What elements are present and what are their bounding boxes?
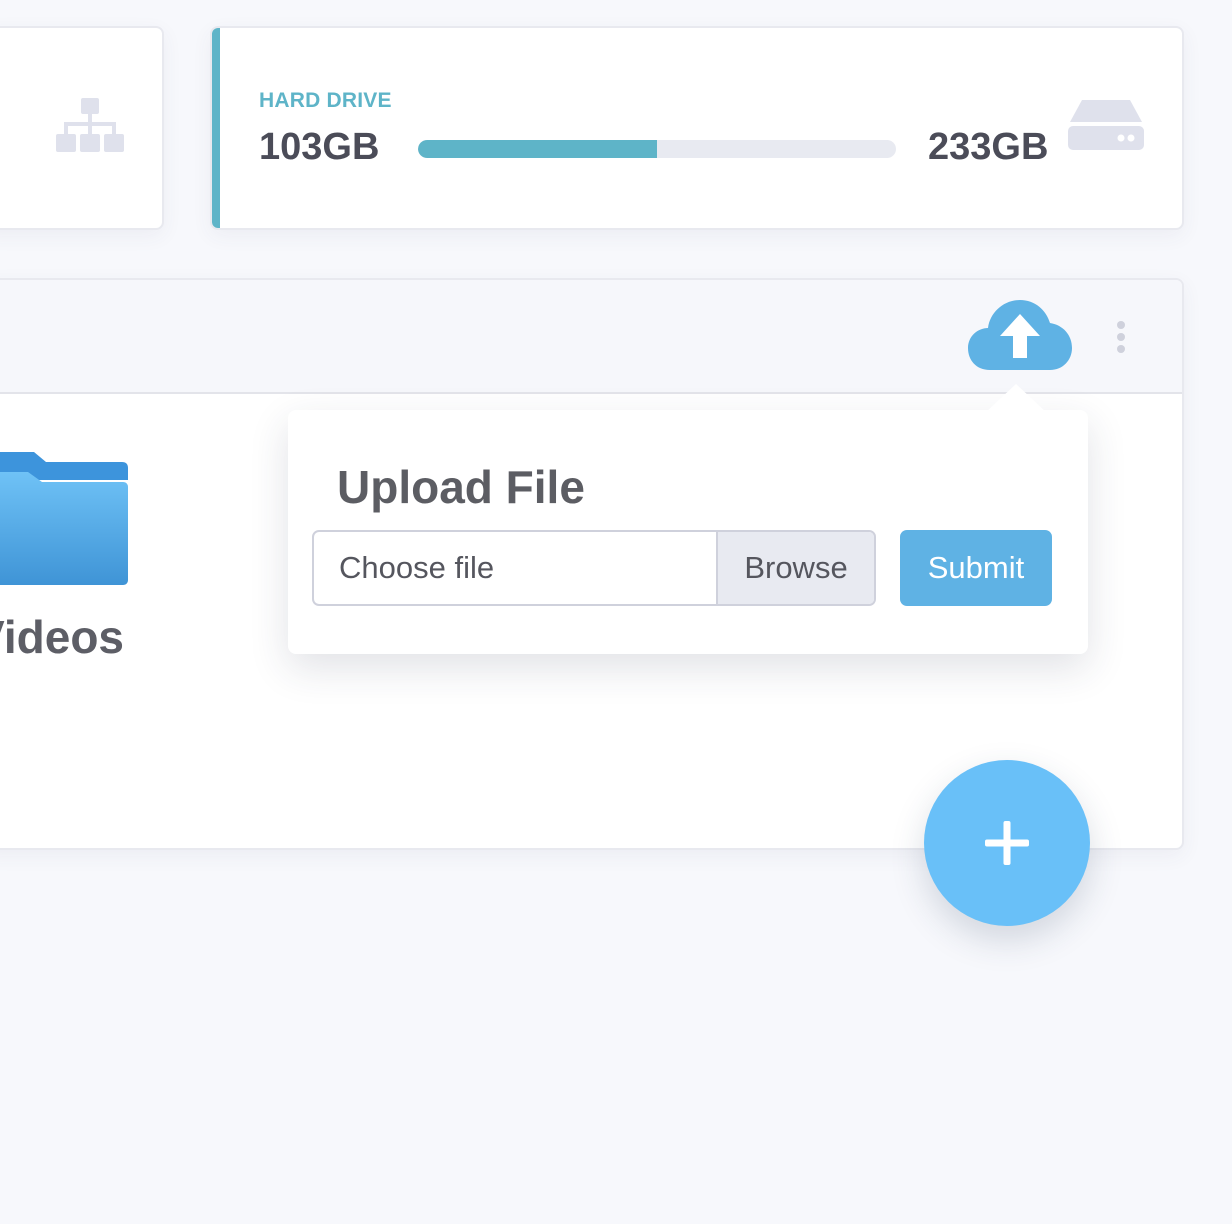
sitemap-icon [56, 98, 124, 152]
kebab-menu-icon[interactable] [1112, 320, 1130, 354]
popover-title: Upload File [337, 461, 585, 513]
files-card-header [0, 280, 1182, 394]
folder-label: Videos [0, 611, 124, 663]
browse-button[interactable]: Browse [716, 532, 874, 604]
storage-label: HARD DRIVE [259, 89, 392, 112]
storage-progress-fill [418, 140, 657, 158]
hard-drive-card: HARD DRIVE 103GB 233GB [210, 26, 1184, 230]
popover-arrow [986, 384, 1046, 412]
add-button[interactable] [924, 760, 1090, 926]
folder-icon[interactable] [0, 452, 130, 588]
submit-button[interactable]: Submit [900, 530, 1052, 606]
storage-used: 103GB [259, 126, 380, 168]
file-input-placeholder[interactable]: Choose file [314, 532, 716, 604]
storage-total: 233GB [928, 126, 1049, 168]
file-input[interactable]: Choose file Browse [312, 530, 876, 606]
network-card [0, 26, 164, 230]
upload-popover: Upload File Choose file Browse Submit [288, 384, 1088, 654]
plus-icon [985, 821, 1029, 865]
cloud-upload-icon[interactable] [968, 298, 1072, 372]
hard-drive-icon [1068, 100, 1144, 150]
card-accent-bar [212, 28, 220, 228]
storage-progress-bar [418, 140, 896, 158]
